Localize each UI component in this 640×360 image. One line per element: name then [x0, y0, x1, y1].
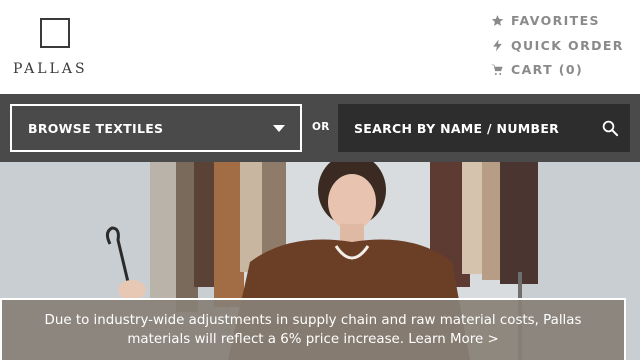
favorites-label: FAVORITES — [511, 13, 600, 28]
browse-textiles-dropdown[interactable]: BROWSE TEXTILES — [10, 104, 302, 152]
favorites-link[interactable]: FAVORITES — [490, 13, 600, 28]
search-placeholder: SEARCH BY NAME / NUMBER — [354, 120, 560, 136]
notice-text: Due to industry-wide adjustments in supp… — [44, 313, 582, 347]
main-navbar: BROWSE TEXTILES OR SEARCH BY NAME / NUMB… — [0, 94, 640, 162]
brand-logo-text[interactable]: PALLAS — [13, 61, 88, 77]
or-separator: OR — [312, 121, 330, 133]
search-field[interactable]: SEARCH BY NAME / NUMBER — [338, 104, 630, 152]
cart-link[interactable]: CART (0) — [490, 62, 583, 77]
chevron-down-icon — [273, 125, 285, 132]
cart-icon — [490, 63, 504, 77]
price-increase-notice[interactable]: Due to industry-wide adjustments in supp… — [0, 298, 626, 360]
quick-order-link[interactable]: QUICK ORDER — [490, 38, 624, 53]
browse-textiles-label: BROWSE TEXTILES — [28, 120, 164, 136]
cart-label: CART (0) — [511, 62, 584, 77]
star-icon — [490, 14, 504, 28]
lightning-icon — [490, 39, 504, 53]
logo-mark[interactable] — [40, 18, 70, 48]
search-icon[interactable] — [601, 119, 619, 137]
quick-order-label: QUICK ORDER — [511, 38, 624, 53]
site-header: PALLAS FAVORITES QUICK ORDER CART (0) — [0, 0, 640, 94]
